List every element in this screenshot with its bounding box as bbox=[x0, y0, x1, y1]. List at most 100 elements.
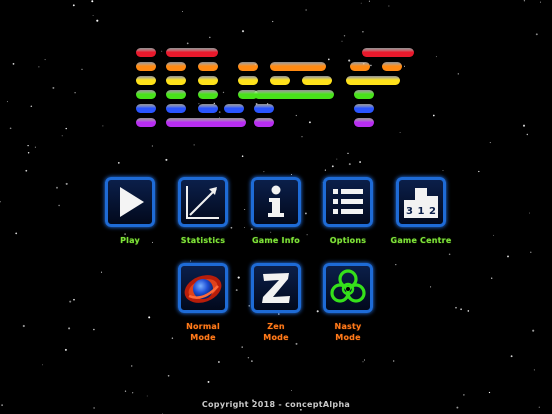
info-icon bbox=[268, 185, 284, 217]
logo-capsule bbox=[166, 90, 186, 99]
logo-capsule bbox=[254, 90, 334, 99]
star bbox=[316, 310, 319, 313]
star bbox=[359, 161, 362, 163]
star bbox=[393, 360, 395, 362]
star bbox=[65, 182, 68, 185]
star bbox=[93, 328, 95, 331]
star bbox=[241, 346, 243, 348]
nasty-mode-button[interactable] bbox=[323, 263, 373, 313]
star bbox=[467, 310, 470, 312]
star bbox=[230, 226, 233, 229]
logo-capsule bbox=[224, 104, 244, 113]
star bbox=[64, 348, 67, 351]
star bbox=[430, 286, 432, 288]
star bbox=[15, 232, 18, 235]
play-label: Play bbox=[120, 236, 140, 245]
star bbox=[248, 305, 250, 307]
logo-capsule bbox=[382, 62, 402, 71]
star bbox=[68, 327, 71, 330]
star bbox=[146, 395, 148, 397]
star bbox=[193, 144, 195, 146]
podium-number-third: 3 bbox=[406, 206, 413, 217]
logo-capsule bbox=[136, 104, 156, 113]
podium-number-second: 2 bbox=[429, 206, 436, 217]
star bbox=[270, 231, 272, 233]
star bbox=[395, 264, 397, 266]
star bbox=[460, 308, 462, 311]
star bbox=[34, 146, 36, 148]
normal-mode-button[interactable] bbox=[178, 263, 228, 313]
podium-icon: 3 1 2 bbox=[404, 188, 438, 218]
logo-capsule bbox=[350, 62, 370, 71]
logo-capsule bbox=[270, 62, 326, 71]
star bbox=[291, 174, 292, 175]
play-icon bbox=[120, 187, 144, 217]
star bbox=[165, 158, 168, 161]
star bbox=[117, 162, 120, 164]
star bbox=[295, 342, 298, 345]
play-button[interactable] bbox=[105, 177, 155, 227]
statistics-button[interactable] bbox=[178, 177, 228, 227]
star bbox=[347, 152, 349, 155]
logo-capsule bbox=[354, 118, 374, 127]
star bbox=[362, 361, 364, 363]
star bbox=[304, 212, 307, 215]
star bbox=[148, 316, 151, 319]
star bbox=[190, 260, 191, 262]
star bbox=[442, 170, 444, 172]
star bbox=[27, 152, 30, 154]
zen-mode-button[interactable] bbox=[251, 263, 301, 313]
game-centre-button[interactable]: 3 1 2 bbox=[396, 177, 446, 227]
star bbox=[510, 355, 513, 358]
logo-capsule bbox=[136, 76, 156, 85]
logo-capsule bbox=[238, 76, 258, 85]
logo-capsule bbox=[136, 48, 156, 57]
zen-mode-label: Zen Mode bbox=[263, 322, 289, 342]
star bbox=[247, 356, 250, 359]
biohazard-icon bbox=[330, 269, 366, 303]
star bbox=[237, 276, 240, 279]
star bbox=[22, 324, 25, 328]
logo-capsule bbox=[198, 76, 218, 85]
star bbox=[455, 306, 457, 309]
star bbox=[529, 212, 531, 214]
star bbox=[244, 209, 246, 211]
star bbox=[291, 389, 292, 391]
logo-capsule bbox=[166, 104, 186, 113]
star bbox=[69, 300, 72, 303]
options-button[interactable] bbox=[323, 177, 373, 227]
star bbox=[491, 277, 493, 279]
logo-capsule bbox=[302, 76, 332, 85]
star bbox=[130, 365, 133, 367]
star bbox=[0, 200, 1, 203]
podium-number-first: 1 bbox=[418, 206, 425, 217]
star bbox=[217, 361, 220, 363]
star bbox=[241, 155, 244, 157]
zen-z-icon bbox=[262, 273, 290, 303]
star bbox=[27, 144, 29, 147]
star bbox=[530, 251, 532, 253]
logo-capsule bbox=[238, 62, 258, 71]
star bbox=[207, 380, 210, 383]
star bbox=[336, 158, 338, 160]
star bbox=[489, 142, 491, 144]
star bbox=[124, 390, 127, 392]
star bbox=[277, 313, 280, 315]
statistics-icon bbox=[186, 186, 219, 219]
options-list-icon bbox=[333, 189, 363, 214]
star bbox=[244, 227, 246, 228]
logo-capsule bbox=[166, 48, 218, 57]
star bbox=[478, 170, 480, 173]
star bbox=[488, 391, 491, 394]
normal-mode-label: Normal Mode bbox=[186, 322, 220, 342]
logo-capsule bbox=[346, 76, 400, 85]
star bbox=[493, 234, 495, 236]
logo-capsule bbox=[198, 62, 218, 71]
star bbox=[58, 204, 60, 207]
nasty-mode-label: Nasty Mode bbox=[334, 322, 362, 342]
copyright-text: Copyright 2018 - conceptAlpha bbox=[201, 400, 351, 409]
star bbox=[331, 165, 334, 168]
game-info-button[interactable] bbox=[251, 177, 301, 227]
logo-capsule bbox=[166, 76, 186, 85]
logo-capsule bbox=[198, 104, 218, 113]
